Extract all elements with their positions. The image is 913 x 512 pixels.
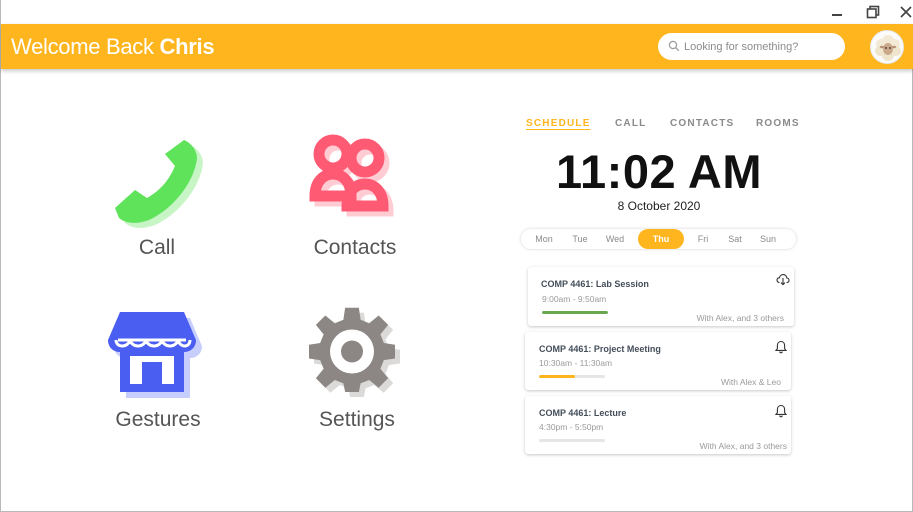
event-progress-bar [539,439,605,442]
search-input[interactable] [684,33,839,60]
restore-icon[interactable] [865,4,881,20]
day-sun[interactable]: Sun [753,229,783,249]
welcome-message: Welcome Back Chris [11,34,215,60]
search-icon [668,40,680,52]
app-window: Welcome Back Chris Call [0,0,913,512]
event-card-lab-session[interactable]: COMP 4461: Lab Session 9:00am - 9:50am W… [528,267,794,326]
avatar[interactable] [870,30,904,64]
gestures-tile[interactable]: Gestures [78,300,238,470]
clock-time: 11:02 AM [555,145,763,198]
gestures-label: Gestures [115,408,201,431]
day-thu[interactable]: Thu [638,229,684,249]
event-time: 10:30am - 11:30am [539,358,613,368]
event-title: COMP 4461: Project Meeting [539,344,661,354]
tab-call[interactable]: CALL [615,118,646,129]
bell-icon[interactable] [774,340,788,354]
gear-icon [309,307,400,397]
settings-tile[interactable]: Settings [277,300,437,470]
event-time: 9:00am - 9:50am [542,294,607,304]
tab-schedule[interactable]: SCHEDULE [526,118,591,129]
title-bar [1,0,913,24]
bell-icon[interactable] [774,404,788,418]
tab-contacts[interactable]: CONTACTS [670,118,734,129]
settings-label: Settings [319,408,395,431]
event-progress-fill [539,375,576,378]
day-tue[interactable]: Tue [565,229,595,249]
day-sat[interactable]: Sat [720,229,750,249]
welcome-prefix: Welcome Back [11,34,160,59]
event-time: 4:30pm - 5:50pm [539,422,604,432]
event-attendees: With Alex, and 3 others [696,313,784,323]
event-progress-bar [542,311,608,314]
day-wed[interactable]: Wed [600,229,630,249]
clock-date: 8 October 2020 [617,199,701,213]
day-selector: Mon Tue Wed Thu Fri Sat Sun [521,229,796,249]
sheep-avatar-icon [875,35,901,61]
store-icon [108,312,202,398]
app-header: Welcome Back Chris [1,24,913,69]
contacts-icon [309,134,394,217]
minimize-icon[interactable] [829,4,845,20]
close-icon[interactable] [898,4,913,20]
event-title: COMP 4461: Lab Session [541,279,649,289]
tab-rooms[interactable]: ROOMS [756,118,800,129]
event-card-project-meeting[interactable]: COMP 4461: Project Meeting 10:30am - 11:… [525,332,791,390]
event-progress-bar [539,375,605,378]
panel-tabs: SCHEDULE CALL CONTACTS ROOMS [526,118,806,134]
day-fri[interactable]: Fri [688,229,718,249]
contacts-label: Contacts [313,236,397,259]
event-attendees: With Alex, and 3 others [699,441,787,451]
event-card-lecture[interactable]: COMP 4461: Lecture 4:30pm - 5:50pm With … [525,396,791,454]
call-tile[interactable]: Call [77,128,237,298]
user-name: Chris [159,34,215,59]
day-mon[interactable]: Mon [529,229,559,249]
event-attendees: With Alex & Leo [720,377,781,387]
event-progress-fill [542,311,608,314]
cloud-download-icon[interactable] [776,272,790,286]
search-box[interactable] [658,33,845,60]
event-title: COMP 4461: Lecture [539,408,627,418]
contacts-tile[interactable]: Contacts [275,128,435,298]
phone-icon [115,140,203,228]
call-label: Call [138,236,176,259]
